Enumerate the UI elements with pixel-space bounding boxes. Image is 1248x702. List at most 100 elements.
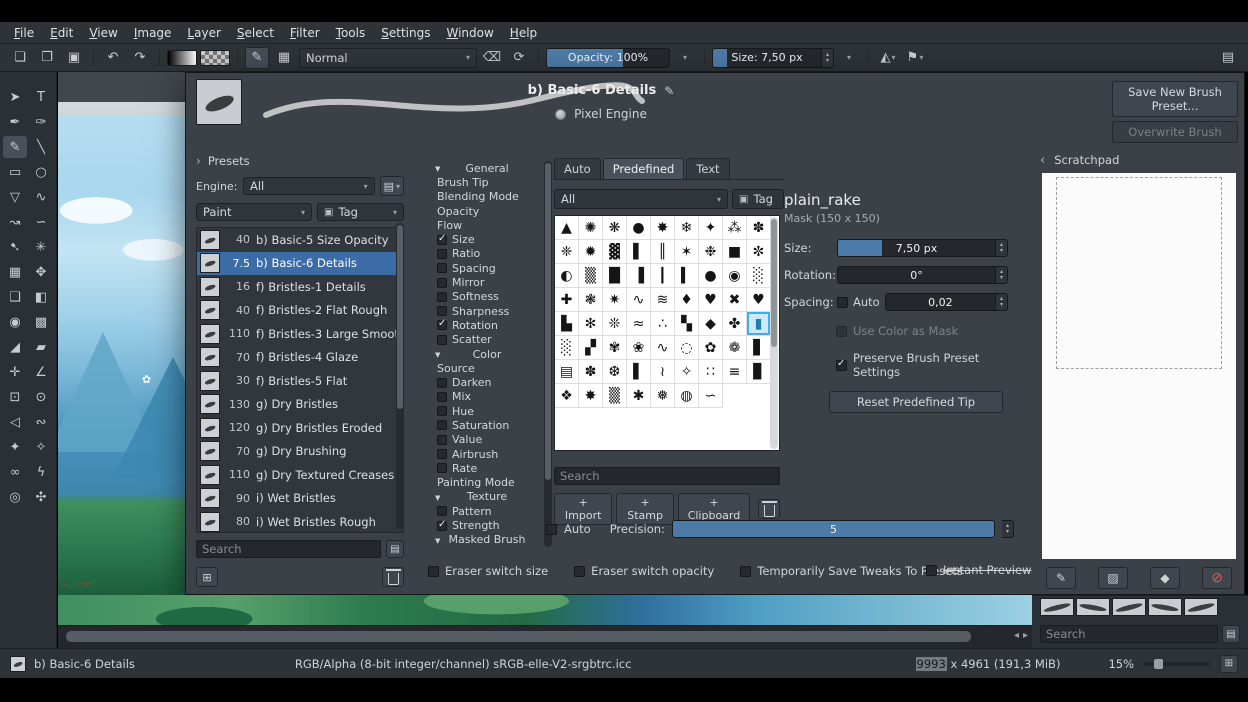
- brush-size-slider[interactable]: Size: 7,50 px ▴▾: [712, 48, 834, 68]
- overwrite-brush-button[interactable]: Overwrite Brush: [1112, 121, 1238, 143]
- gradient-swatch[interactable]: [167, 50, 197, 66]
- text-tool[interactable]: T: [29, 86, 53, 108]
- brush-tip-cell[interactable]: ▍: [675, 264, 699, 288]
- f) Bristles-3 Large Smooth[interactable]: 110 f) Bristles-3 Large Smooth: [197, 322, 403, 346]
- brush-preset-thumbnail[interactable]: [1040, 598, 1074, 616]
- brush-tip-cell[interactable]: ♥: [699, 288, 723, 312]
- spacing-auto-checkbox[interactable]: [837, 297, 848, 308]
- reset-predefined-tip-button[interactable]: Reset Predefined Tip: [829, 391, 1003, 413]
- eraser-switch-size-checkbox[interactable]: Eraser switch size: [428, 563, 548, 579]
- mirror-vertical-button[interactable]: ⚑▾: [903, 47, 927, 69]
- brush-tip-cell[interactable]: ▓: [603, 240, 627, 264]
- option-checkbox[interactable]: [437, 249, 447, 259]
- auto-precision-checkbox[interactable]: [546, 524, 557, 535]
- brush-option-row[interactable]: ▼ Texture: [434, 490, 540, 504]
- option-checkbox[interactable]: [437, 420, 447, 430]
- pattern-swatch[interactable]: [200, 50, 230, 66]
- brush-tip-cell[interactable]: ❖: [555, 384, 579, 408]
- brush-option-row[interactable]: ▼ Rate: [434, 461, 540, 475]
- scratchpad-fill-gradient-button[interactable]: ▨: [1098, 567, 1128, 589]
- contiguous-selection-tool[interactable]: ✦: [3, 436, 27, 458]
- brush-tip-cell[interactable]: ≋: [651, 288, 675, 312]
- brush-tip-cell[interactable]: ▐: [627, 264, 651, 288]
- brush-tip-cell[interactable]: ≡: [723, 360, 747, 384]
- brush-tip-cell[interactable]: █: [603, 264, 627, 288]
- brush-tip-cell[interactable]: ∽: [699, 384, 723, 408]
- similar-color-selection-tool[interactable]: ✧: [29, 436, 53, 458]
- brush-option-row[interactable]: ▼ Airbrush: [434, 447, 540, 461]
- freehand-path-tool[interactable]: ∽: [29, 211, 53, 233]
- option-checkbox[interactable]: [437, 506, 447, 516]
- brush-option-row[interactable]: ▼ Darken: [434, 375, 540, 389]
- open-document-button[interactable]: ❐: [35, 47, 59, 69]
- transform-tool[interactable]: ▦: [3, 261, 27, 283]
- option-checkbox[interactable]: [437, 392, 447, 402]
- f) Bristles-1 Details[interactable]: 16 f) Bristles-1 Details: [197, 275, 403, 299]
- brush-option-row[interactable]: ▼ Brush Tip: [434, 175, 540, 189]
- brush-tip-cell[interactable]: ▲: [555, 216, 579, 240]
- menu-item[interactable]: View: [81, 23, 125, 43]
- docker-tag-button[interactable]: ▤: [1222, 625, 1240, 643]
- brush-option-row[interactable]: ▼ Spacing: [434, 261, 540, 275]
- f) Bristles-2 Flat Rough[interactable]: 40 f) Bristles-2 Flat Rough: [197, 299, 403, 323]
- brush-tip-tab[interactable]: Auto: [554, 158, 601, 179]
- line-tool[interactable]: ╲: [29, 136, 53, 158]
- zoom-slider-thumb[interactable]: [1154, 659, 1163, 669]
- zoom-options-button[interactable]: ⊞: [1220, 655, 1238, 673]
- brush-tip-cell[interactable]: ▮: [747, 312, 771, 336]
- g) Dry Brushing[interactable]: 70 g) Dry Brushing: [197, 440, 403, 464]
- brush-tip-cell[interactable]: ●: [627, 216, 651, 240]
- brush-tip-cell[interactable]: ✱: [627, 384, 651, 408]
- brush-tip-cell[interactable]: ◐: [555, 264, 579, 288]
- eraser-switch-opacity-checkbox[interactable]: Eraser switch opacity: [574, 563, 714, 579]
- brush-tip-cell[interactable]: ●: [699, 264, 723, 288]
- menu-item[interactable]: File: [6, 23, 42, 43]
- brush-tip-cell[interactable]: ◌: [675, 336, 699, 360]
- brush-tip-cell[interactable]: ❀: [627, 336, 651, 360]
- brush-tip-cell[interactable]: ✽: [579, 360, 603, 384]
- brush-tip-cell[interactable]: ✽: [747, 216, 771, 240]
- multibrush-tool[interactable]: ✳: [29, 236, 53, 258]
- magnetic-selection-tool[interactable]: ϟ: [29, 461, 53, 483]
- opacity-options-button[interactable]: ▾: [673, 47, 697, 69]
- options-scrollbar[interactable]: [544, 161, 552, 547]
- option-checkbox[interactable]: [437, 306, 447, 316]
- crop-tool[interactable]: ❑: [3, 286, 27, 308]
- brush-tip-cell[interactable]: ✾: [603, 336, 627, 360]
- option-checkbox[interactable]: [437, 378, 447, 388]
- eraser-mode-button[interactable]: ⌫: [480, 47, 504, 69]
- scratchpad-reset-button[interactable]: ⊘: [1202, 567, 1232, 589]
- brush-tip-cell[interactable]: ❉: [699, 240, 723, 264]
- precision-spin-buttons[interactable]: ▴▾: [1002, 520, 1014, 538]
- menu-item[interactable]: Window: [438, 23, 501, 43]
- brush-tip-cell[interactable]: ◍: [675, 384, 699, 408]
- delete-preset-button[interactable]: [382, 567, 404, 587]
- polygonal-selection-tool[interactable]: ◁: [3, 411, 27, 433]
- brush-tip-cell[interactable]: ❁: [723, 336, 747, 360]
- calligraphy-tool[interactable]: ✑: [29, 111, 53, 133]
- brush-tip-cell[interactable]: ✸: [579, 384, 603, 408]
- pattern-edit-tool[interactable]: ▩: [29, 311, 53, 333]
- dynamic-brush-tool[interactable]: ➷: [3, 236, 27, 258]
- brush-tip-cell[interactable]: ❆: [603, 360, 627, 384]
- size-options-button[interactable]: ▾: [837, 47, 861, 69]
- brush-tip-tab[interactable]: Text: [686, 158, 729, 179]
- brush-preset-thumbnail[interactable]: [1148, 598, 1182, 616]
- brush-tip-cell[interactable]: ░: [555, 336, 579, 360]
- brush-tip-cell[interactable]: ✶: [675, 240, 699, 264]
- docker-search-input[interactable]: [1040, 625, 1218, 643]
- brush-option-row[interactable]: ▼ Size: [434, 232, 540, 246]
- preserve-brush-preset-checkbox[interactable]: Preserve Brush Preset Settings: [836, 351, 1008, 379]
- brush-option-row[interactable]: ▼ Value: [434, 433, 540, 447]
- size-spin-buttons[interactable]: ▴▾: [822, 48, 834, 68]
- undo-button[interactable]: ↶: [101, 47, 125, 69]
- brush-tip-cell[interactable]: ▌: [627, 360, 651, 384]
- f) Bristles-5 Flat[interactable]: 30 f) Bristles-5 Flat: [197, 369, 403, 393]
- brush-tip-tab[interactable]: Predefined: [603, 158, 685, 179]
- brush-tip-cell[interactable]: ≈: [627, 312, 651, 336]
- redo-button[interactable]: ↷: [128, 47, 152, 69]
- menu-item[interactable]: Settings: [373, 23, 438, 43]
- add-resource-button[interactable]: ⊞: [196, 567, 218, 587]
- b) Basic-5 Size Opacity[interactable]: 40 b) Basic-5 Size Opacity: [197, 228, 403, 252]
- elliptical-selection-tool[interactable]: ⊙: [29, 386, 53, 408]
